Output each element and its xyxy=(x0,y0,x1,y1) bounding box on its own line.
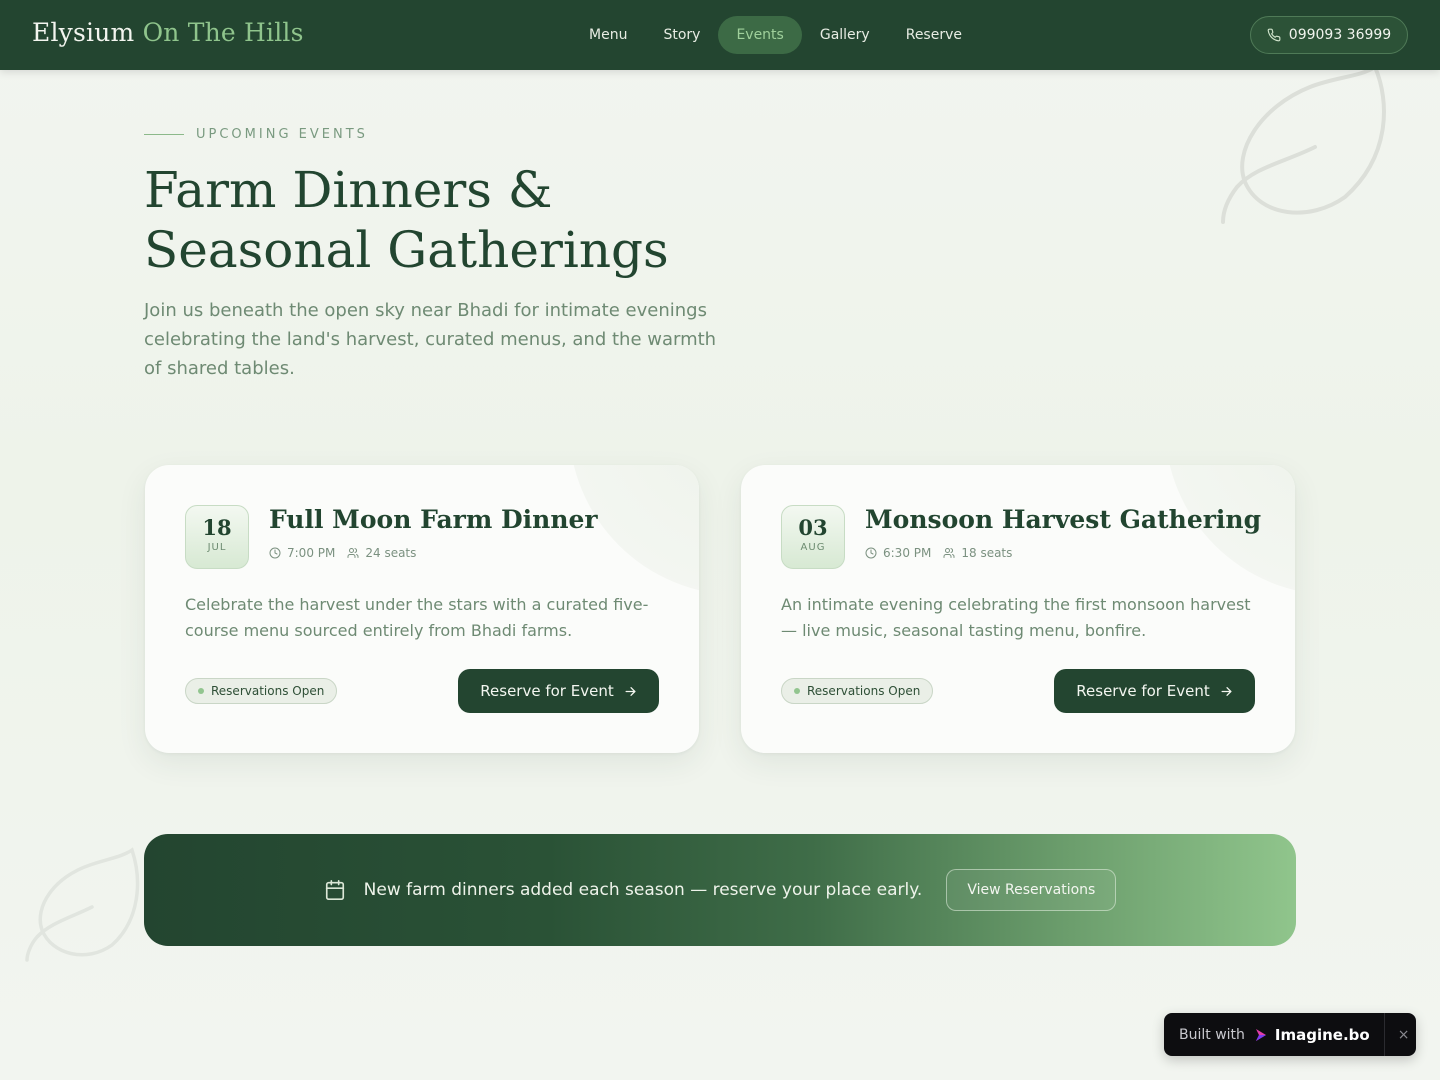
event-time-text: 7:00 PM xyxy=(287,546,336,560)
page-title-line-2: Seasonal Gatherings xyxy=(144,221,669,279)
date-day: 03 xyxy=(798,515,828,540)
users-icon xyxy=(943,548,955,558)
event-seats: 18 seats xyxy=(943,546,1012,560)
section-eyebrow: UPCOMING EVENTS xyxy=(144,127,368,142)
badge-divider xyxy=(1383,1013,1385,1056)
banner-text: New farm dinners added each season — res… xyxy=(363,880,923,900)
reserve-event-label: Reserve for Event xyxy=(480,682,614,700)
imagine-logo-icon xyxy=(1255,1028,1266,1041)
event-seats: 24 seats xyxy=(347,546,416,560)
date-day: 18 xyxy=(202,515,232,540)
calendar-icon xyxy=(325,880,344,900)
clock-icon xyxy=(269,547,281,559)
event-card: 03 AUG Monsoon Harvest Gathering 6:30 PM… xyxy=(741,465,1295,753)
brand-name: Elysium xyxy=(32,18,135,47)
leaf-decoration-icon xyxy=(25,847,140,962)
event-title: Full Moon Farm Dinner xyxy=(269,505,598,534)
status-text: Reservations Open xyxy=(211,684,325,698)
event-seats-text: 18 seats xyxy=(961,546,1013,560)
reserve-event-label: Reserve for Event xyxy=(1076,682,1210,700)
date-month: JUL xyxy=(207,542,227,553)
users-icon xyxy=(347,548,359,558)
built-with-brand: Imagine.bo xyxy=(1274,1025,1370,1044)
status-dot xyxy=(794,688,800,694)
reservation-banner: New farm dinners added each season — res… xyxy=(144,834,1296,946)
status-text: Reservations Open xyxy=(807,684,921,698)
brand-logo[interactable]: Elysium On The Hills xyxy=(32,18,304,47)
arrow-right-icon xyxy=(1221,686,1232,696)
top-navbar: Elysium On The Hills Menu Story Events G… xyxy=(0,0,1440,70)
event-meta: 6:30 PM 18 seats xyxy=(865,546,1012,560)
reserve-event-button[interactable]: Reserve for Event xyxy=(1054,669,1255,713)
event-card: 18 JUL Full Moon Farm Dinner 7:00 PM 24 … xyxy=(145,465,699,753)
event-time: 7:00 PM xyxy=(269,546,335,560)
clock-icon xyxy=(865,547,877,559)
phone-number: 099093 36999 xyxy=(1288,27,1392,43)
view-reservations-button[interactable]: View Reservations xyxy=(946,869,1117,911)
event-time: 6:30 PM xyxy=(865,546,931,560)
page-title: Farm Dinners & Seasonal Gatherings xyxy=(144,160,844,280)
event-time-text: 6:30 PM xyxy=(883,546,932,560)
nav-link-menu[interactable]: Menu xyxy=(571,16,645,54)
phone-button[interactable]: 099093 36999 xyxy=(1250,16,1408,54)
event-seats-text: 24 seats xyxy=(365,546,417,560)
phone-icon xyxy=(1267,28,1281,42)
event-title: Monsoon Harvest Gathering xyxy=(865,505,1262,534)
nav-link-story[interactable]: Story xyxy=(645,16,718,54)
brand-tagline: On The Hills xyxy=(142,18,304,47)
reserve-event-button[interactable]: Reserve for Event xyxy=(458,669,659,713)
page-subtitle: Join us beneath the open sky near Bhadi … xyxy=(144,300,717,379)
status-badge: Reservations Open xyxy=(781,678,934,704)
date-month: AUG xyxy=(800,542,826,553)
event-description: An intimate evening celebrating the firs… xyxy=(781,595,1251,640)
eyebrow-line xyxy=(144,134,184,135)
date-badge: 03 AUG xyxy=(781,505,845,569)
nav-links: Menu Story Events Gallery Reserve xyxy=(571,16,980,54)
nav-link-gallery[interactable]: Gallery xyxy=(802,16,888,54)
page-title-line-1: Farm Dinners & xyxy=(144,161,553,219)
status-badge: Reservations Open xyxy=(185,678,338,704)
built-with-label: Built with xyxy=(1179,1026,1245,1043)
leaf-decoration-icon xyxy=(1221,64,1386,224)
arrow-right-icon xyxy=(625,686,636,696)
nav-link-reserve[interactable]: Reserve xyxy=(888,16,980,54)
eyebrow-text: UPCOMING EVENTS xyxy=(196,127,368,142)
nav-link-events[interactable]: Events xyxy=(718,16,802,54)
event-description: Celebrate the harvest under the stars wi… xyxy=(185,595,649,640)
close-icon[interactable]: × xyxy=(1398,1027,1410,1043)
built-with-badge[interactable]: Built with Imagine.bo × xyxy=(1164,1013,1416,1056)
date-badge: 18 JUL xyxy=(185,505,249,569)
status-dot xyxy=(198,688,204,694)
event-meta: 7:00 PM 24 seats xyxy=(269,546,416,560)
